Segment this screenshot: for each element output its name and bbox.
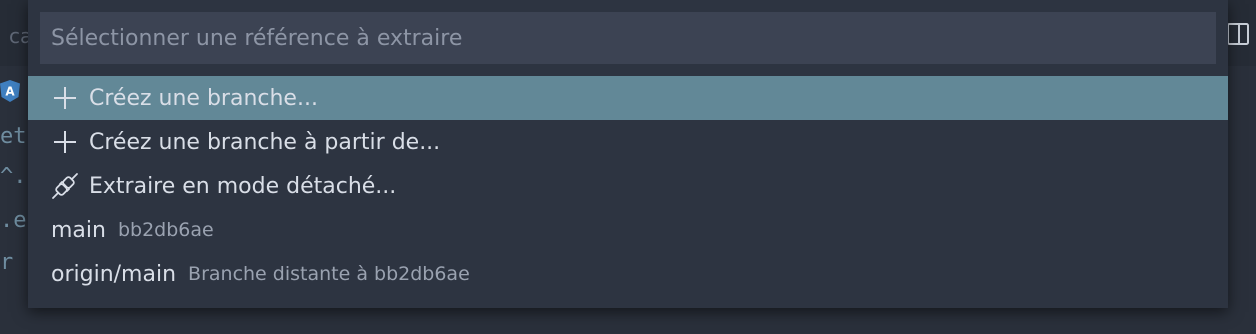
ref-search-input[interactable] — [40, 12, 1216, 64]
item-label: main — [51, 217, 106, 243]
item-label: Extraire en mode détaché... — [89, 173, 397, 199]
code-fragment: ^. — [0, 164, 27, 189]
split-editor-icon[interactable] — [1226, 22, 1250, 46]
item-description: bb2db6ae — [117, 219, 214, 241]
item-label: origin/main — [51, 261, 177, 287]
code-fragment: r — [0, 250, 14, 275]
angular-file-icon: A — [0, 80, 20, 102]
create-branch-item[interactable]: Créez une branche... — [28, 76, 1228, 120]
item-label: Créez une branche à partir de... — [89, 129, 441, 155]
plus-icon — [51, 128, 79, 156]
plus-icon — [51, 84, 79, 112]
quick-pick-list: Créez une branche... Créez une branche à… — [28, 76, 1228, 296]
create-branch-from-item[interactable]: Créez une branche à partir de... — [28, 120, 1228, 164]
branch-item-main[interactable]: main bb2db6ae — [28, 208, 1228, 252]
item-label: Créez une branche... — [89, 85, 318, 111]
checkout-detached-item[interactable]: Extraire en mode détaché... — [28, 164, 1228, 208]
code-fragment: et — [0, 124, 27, 149]
svg-text:A: A — [5, 85, 15, 99]
quick-pick-widget: Créez une branche... Créez une branche à… — [28, 0, 1228, 308]
branch-item-origin-main[interactable]: origin/main Branche distante à bb2db6ae — [28, 252, 1228, 296]
debug-disconnect-icon — [51, 172, 79, 200]
item-description: Branche distante à bb2db6ae — [188, 263, 470, 285]
code-fragment: .e — [0, 208, 27, 233]
